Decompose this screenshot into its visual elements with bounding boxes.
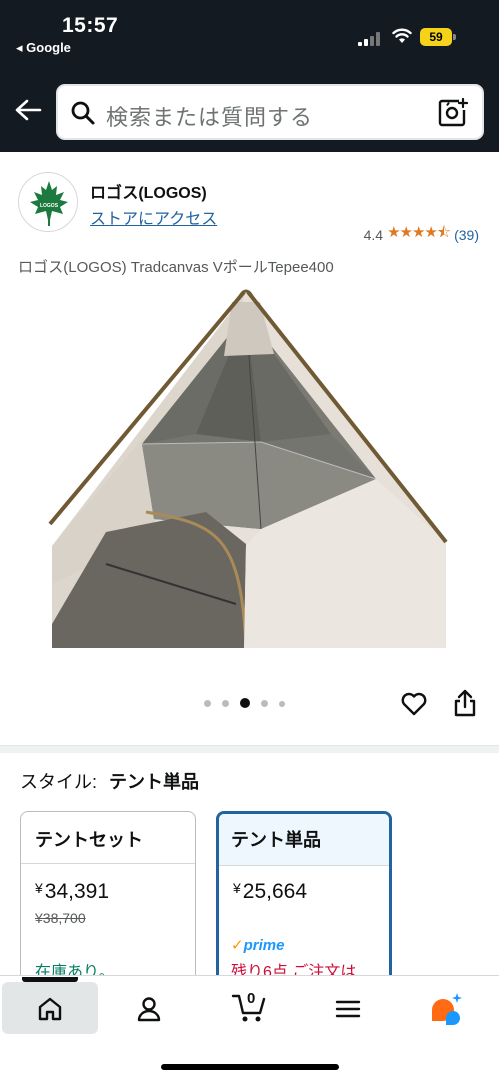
option-name: テント単品 [219, 814, 389, 866]
carousel-dot[interactable] [222, 700, 229, 707]
store-name: ロゴス(LOGOS) [90, 185, 207, 202]
option-list-price: ¥38,700 [35, 910, 86, 926]
style-label: スタイル: [20, 772, 98, 792]
carousel-dot[interactable] [279, 700, 285, 707]
back-arrow-icon[interactable] [14, 98, 42, 122]
logo-text: LOGOS [40, 203, 59, 209]
image-carousel-indicator [204, 698, 285, 708]
wifi-icon [392, 28, 412, 43]
search-icon [71, 101, 95, 125]
carousel-dot-active[interactable] [240, 698, 250, 708]
cellular-signal-icon [358, 32, 380, 46]
wishlist-heart-icon[interactable] [400, 690, 428, 718]
option-price: ¥25,664 [233, 880, 308, 903]
rating-value: 4.4 [363, 226, 384, 243]
option-price: ¥34,391 [35, 880, 110, 903]
cart-button[interactable]: 0 [230, 986, 270, 1026]
prime-badge: ✓prime [231, 937, 285, 954]
style-selector-label: スタイル: テント単品 [20, 768, 199, 794]
rating-stars-icon: ★★★★⯪ [387, 224, 451, 241]
product-title: ロゴス(LOGOS) Tradcanvas VポールTepee400 [18, 259, 334, 276]
camera-search-icon[interactable] [438, 98, 468, 128]
prime-check-icon: ✓ [231, 937, 244, 954]
rufus-assistant-icon[interactable] [428, 990, 464, 1026]
home-icon[interactable] [35, 994, 65, 1024]
style-selected-value: テント単品 [109, 772, 200, 792]
carousel-dot[interactable] [261, 700, 268, 707]
search-header: 検索または質問する [0, 70, 499, 152]
back-to-app-link[interactable]: ◂ Google [16, 40, 71, 56]
section-divider [0, 745, 499, 753]
status-time: 15:57 [62, 14, 119, 37]
option-name: テントセット [21, 812, 195, 864]
cart-count: 0 [247, 990, 256, 1007]
nav-active-indicator [22, 977, 78, 982]
share-icon[interactable] [452, 688, 478, 718]
maple-leaf-logo-icon: LOGOS [30, 181, 68, 226]
home-indicator[interactable] [161, 1064, 339, 1070]
status-bar: 15:57 ◂ Google 59 [0, 0, 499, 70]
menu-icon[interactable] [333, 994, 363, 1024]
rating-summary[interactable]: 4.4 ★★★★⯪ (39) [364, 222, 479, 247]
search-input[interactable]: 検索または質問する [56, 84, 484, 140]
battery-icon: 59 [420, 28, 456, 46]
search-placeholder: 検索または質問する [106, 105, 314, 130]
battery-level: 59 [420, 28, 452, 46]
visit-store-link[interactable]: ストアにアクセス [90, 205, 217, 229]
product-image[interactable] [46, 284, 456, 664]
rating-count[interactable]: (39) [454, 227, 479, 243]
store-logo[interactable]: LOGOS [18, 172, 78, 232]
carousel-dot[interactable] [204, 700, 211, 707]
account-icon[interactable] [134, 994, 164, 1024]
